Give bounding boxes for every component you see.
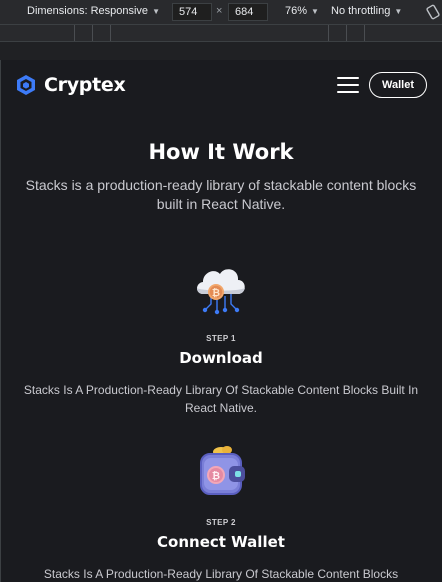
step-description: Stacks Is A Production-Ready Library Of … — [23, 383, 419, 415]
ruler-tick — [328, 25, 329, 41]
ruler-tick — [92, 25, 93, 41]
rotate-icon[interactable] — [424, 3, 442, 21]
throttling-label: No throttling — [331, 5, 391, 17]
devtools-device-toolbar: Dimensions: Responsive ▼ × 76% ▼ No thro… — [0, 0, 442, 24]
section-title: How It Work — [148, 140, 294, 164]
wallet-button[interactable]: Wallet — [369, 72, 427, 98]
devtools-gap — [0, 42, 442, 60]
dimensions-dropdown[interactable]: Dimensions: Responsive ▼ — [27, 5, 160, 17]
svg-text:₿: ₿ — [212, 470, 220, 482]
svg-text:₿: ₿ — [212, 287, 220, 299]
step-title: Connect Wallet — [157, 533, 285, 551]
height-input[interactable] — [228, 3, 268, 21]
wallet-bitcoin-icon: ₿ — [200, 446, 245, 495]
brand-logo[interactable]: Cryptex — [15, 74, 126, 96]
page-viewport: Cryptex Wallet How It Work Stacks is a p… — [0, 60, 442, 582]
zoom-label: 76% — [285, 5, 308, 17]
menu-hamburger-icon[interactable] — [337, 77, 359, 93]
step-title: Download — [179, 349, 263, 367]
brand-name: Cryptex — [44, 74, 126, 96]
dimensions-label: Dimensions: Responsive — [27, 5, 149, 17]
chevron-down-icon: ▼ — [394, 6, 403, 16]
media-query-ruler[interactable] — [0, 24, 442, 42]
width-input[interactable] — [172, 3, 212, 21]
chevron-down-icon: ▼ — [311, 6, 319, 16]
step-label: STEP 1 — [206, 334, 236, 343]
ruler-tick — [110, 25, 111, 41]
cloud-bitcoin-icon: ₿ — [197, 269, 245, 315]
times-sign: × — [216, 5, 223, 17]
site-header: Cryptex Wallet — [1, 60, 441, 110]
throttling-dropdown[interactable]: No throttling ▼ — [331, 5, 402, 17]
ruler-tick — [74, 25, 75, 41]
chevron-down-icon: ▼ — [152, 6, 160, 16]
section-subtitle: Stacks is a production-ready library of … — [25, 177, 417, 212]
ruler-tick — [346, 25, 347, 41]
step-description: Stacks Is A Production-Ready Library Of … — [43, 567, 399, 581]
zoom-dropdown[interactable]: 76% ▼ — [285, 5, 319, 17]
ruler-tick — [364, 25, 365, 41]
step-card: ₿ STEP 2 Connect Wallet Stacks Is A Prod… — [1, 442, 441, 582]
step-label: STEP 2 — [206, 518, 236, 527]
cube-logo-icon — [17, 75, 35, 95]
step-card: ₿ STEP 1 Download Stacks Is A Production… — [1, 258, 441, 417]
